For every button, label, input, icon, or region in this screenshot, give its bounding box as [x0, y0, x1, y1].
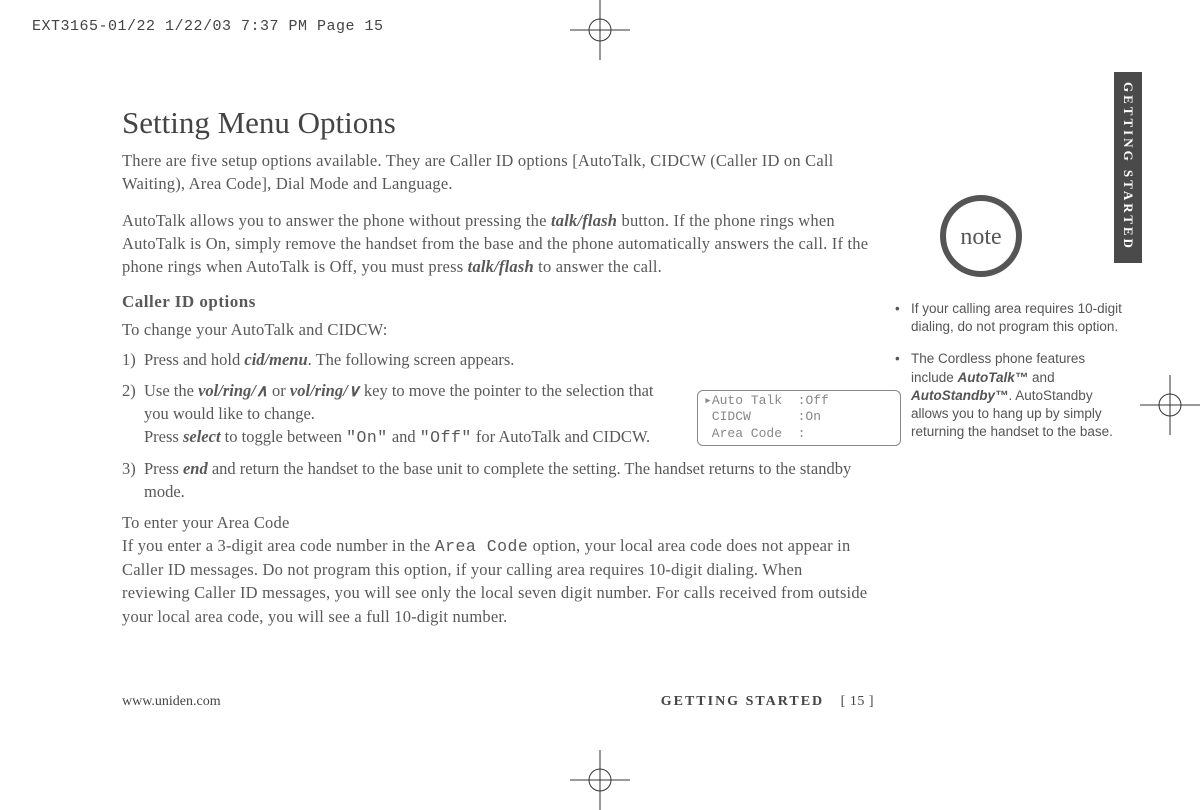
- intro-paragraph: There are five setup options available. …: [122, 149, 872, 195]
- side-note-1: If your calling area requires 10-digit d…: [895, 300, 1130, 336]
- lcd-screen: ▸Auto Talk :Off CIDCW :On Area Code :: [697, 390, 901, 446]
- select-label: select: [183, 427, 221, 446]
- autotalk-paragraph: AutoTalk allows you to answer the phone …: [122, 209, 872, 278]
- end-label: end: [183, 459, 208, 478]
- change-lead: To change your AutoTalk and CIDCW:: [122, 318, 872, 341]
- page-footer: www.uniden.com GETTING STARTED [ 15 ]: [122, 694, 874, 710]
- vol-ring-down-label: vol/ring/∨: [290, 381, 360, 400]
- sidebar-notes: note If your calling area requires 10-di…: [895, 190, 1130, 456]
- note-icon: note: [935, 190, 1027, 282]
- talk-flash-label: talk/flash: [551, 211, 617, 230]
- registration-mark-top: [570, 0, 630, 60]
- registration-mark-right: [1140, 375, 1200, 435]
- side-note-2: The Cordless phone features include Auto…: [895, 350, 1130, 441]
- talk-flash-label-2: talk/flash: [468, 257, 534, 276]
- main-content: Setting Menu Options There are five setu…: [122, 105, 872, 642]
- page-title: Setting Menu Options: [122, 105, 872, 141]
- area-code-paragraph: To enter your Area Code If you enter a 3…: [122, 511, 872, 627]
- cid-menu-label: cid/menu: [244, 350, 307, 369]
- footer-page-number: [ 15 ]: [841, 694, 874, 709]
- footer-section: GETTING STARTED: [661, 694, 824, 709]
- callerid-subhead: Caller ID options: [122, 292, 872, 312]
- vol-ring-up-label: vol/ring/∧: [198, 381, 268, 400]
- footer-url: www.uniden.com: [122, 694, 221, 710]
- step-3: 3) Press end and return the handset to t…: [122, 457, 872, 503]
- svg-text:note: note: [960, 224, 1001, 250]
- print-slug: EXT3165-01/22 1/22/03 7:37 PM Page 15: [32, 18, 384, 35]
- step-1: 1) Press and hold cid/menu. The followin…: [122, 348, 872, 371]
- registration-mark-bottom: [570, 750, 630, 810]
- area-code-lcd-inline: Area Code: [435, 537, 529, 556]
